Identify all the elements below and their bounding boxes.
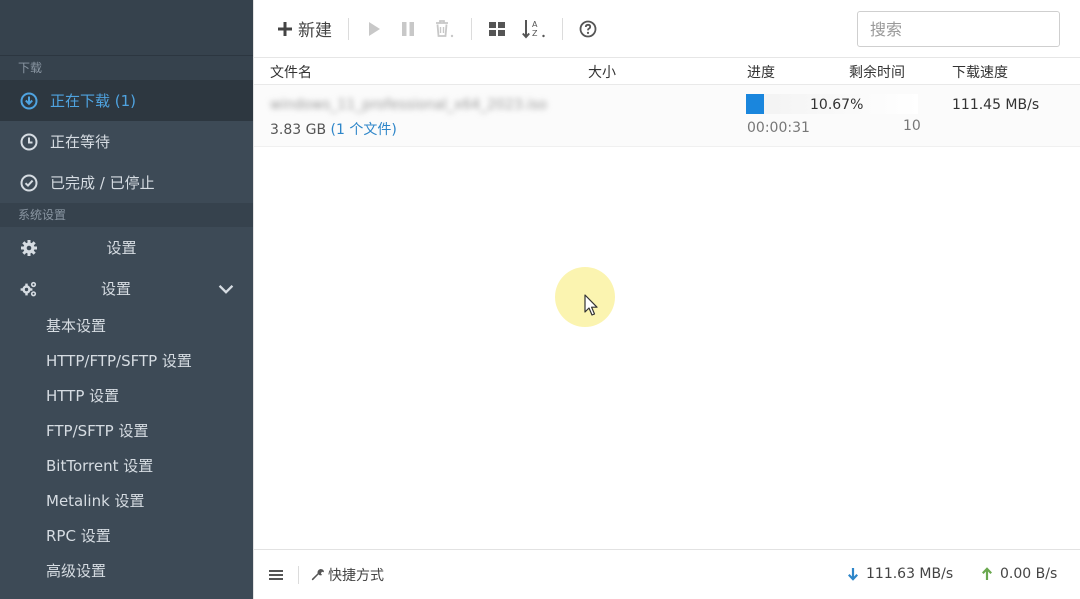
wrench-icon xyxy=(311,568,324,580)
column-header-size[interactable]: 大小 xyxy=(588,62,616,82)
toolbar-divider xyxy=(562,17,563,40)
sidebar-item-label: 正在下载 (1) xyxy=(50,92,137,110)
toolbar-divider xyxy=(348,17,349,40)
column-header-remaining[interactable]: 剩余时间 xyxy=(849,62,905,82)
sidebar-item-downloading[interactable]: 正在下载 (1) xyxy=(0,80,253,121)
download-circle-icon xyxy=(20,92,38,110)
task-download-speed: 111.45 MB/s xyxy=(952,97,1040,113)
new-task-button[interactable]: 新建 xyxy=(268,14,340,44)
task-size-info: 3.83 GB (1 个文件) xyxy=(270,119,397,139)
footer-divider xyxy=(298,565,299,584)
pause-button[interactable] xyxy=(391,14,425,44)
shortcut-button[interactable]: 快捷方式 xyxy=(311,565,384,585)
task-file-count[interactable]: (1 个文件) xyxy=(331,122,397,138)
sidebar-item-waiting[interactable]: 正在等待 xyxy=(0,121,253,162)
search-box[interactable] xyxy=(857,11,1070,47)
section-header-settings: 系统设置 xyxy=(0,203,253,227)
search-input[interactable] xyxy=(858,13,1070,45)
new-task-label: 新建 xyxy=(298,21,332,41)
sidebar: 下载 正在下载 (1) 正在等待 已完成 / 已停止 系统设置 设置 设置 基本… xyxy=(0,0,253,599)
gears-icon xyxy=(20,280,38,298)
sidebar-item-settings-group[interactable]: 设置 xyxy=(0,268,253,309)
toolbar: 新建 AZ xyxy=(254,0,1080,58)
chevron-down-icon[interactable] xyxy=(217,280,235,298)
sidebar-subitem-ftp-sftp[interactable]: FTP/SFTP 设置 xyxy=(0,414,253,449)
arrow-up-icon xyxy=(982,567,992,580)
sidebar-subitem-bittorrent[interactable]: BitTorrent 设置 xyxy=(0,449,253,484)
sidebar-item-label: 正在等待 xyxy=(50,133,111,151)
toolbar-divider xyxy=(471,17,472,40)
sidebar-subitem-metalink[interactable]: Metalink 设置 xyxy=(0,484,253,519)
status-bar: 快捷方式 111.63 MB/s 0.00 B/s xyxy=(254,549,1080,599)
gear-icon xyxy=(20,239,38,257)
table-row[interactable]: windows_11_professional_x64_2023.iso 3.8… xyxy=(254,85,1080,147)
task-filename: windows_11_professional_x64_2023.iso xyxy=(270,97,547,113)
sidebar-item-label: 设置 xyxy=(106,239,137,257)
upload-speed-value: 0.00 B/s xyxy=(1000,566,1058,582)
question-circle-icon xyxy=(579,20,597,37)
task-connections: 10 xyxy=(903,118,921,134)
column-header-name[interactable]: 文件名 xyxy=(270,62,312,82)
column-header-progress[interactable]: 进度 xyxy=(747,62,775,82)
delete-button[interactable] xyxy=(425,14,463,44)
progress-percent: 10.67% xyxy=(810,97,864,113)
svg-text:Z: Z xyxy=(532,29,538,38)
shortcut-label: 快捷方式 xyxy=(328,567,384,584)
sidebar-subitem-http[interactable]: HTTP 设置 xyxy=(0,379,253,414)
sidebar-subitem-rpc[interactable]: RPC 设置 xyxy=(0,519,253,554)
sidebar-item-settings[interactable]: 设置 xyxy=(0,227,253,268)
sort-az-icon: AZ xyxy=(522,19,545,38)
svg-text:A: A xyxy=(532,20,538,29)
sidebar-item-label: 已完成 / 已停止 xyxy=(50,174,155,192)
check-circle-icon xyxy=(20,174,38,192)
arrow-down-icon xyxy=(848,568,858,581)
display-mode-button[interactable] xyxy=(480,14,514,44)
sidebar-subitem-http-ftp-sftp[interactable]: HTTP/FTP/SFTP 设置 xyxy=(0,344,253,379)
total-upload-speed: 0.00 B/s xyxy=(980,566,1057,582)
task-remaining-time: 00:00:31 xyxy=(747,120,810,136)
start-button[interactable] xyxy=(357,14,391,44)
section-header-download: 下载 xyxy=(0,56,253,80)
column-header-speed[interactable]: 下载速度 xyxy=(952,62,1008,82)
sidebar-subitem-advanced[interactable]: 高级设置 xyxy=(0,554,253,589)
pause-icon xyxy=(402,21,414,36)
table-header: 文件名 大小 进度 剩余时间 下载速度 xyxy=(254,58,1080,85)
grid-icon xyxy=(489,21,505,36)
help-button[interactable] xyxy=(571,14,605,44)
sidebar-subitem-basic[interactable]: 基本设置 xyxy=(0,309,253,344)
task-size: 3.83 GB xyxy=(270,122,327,138)
total-download-speed: 111.63 MB/s xyxy=(846,566,953,582)
sidebar-item-label: 设置 xyxy=(100,280,131,298)
sidebar-header xyxy=(0,0,253,56)
menu-icon[interactable] xyxy=(268,567,284,583)
sort-button[interactable]: AZ xyxy=(514,14,554,44)
mouse-cursor-icon xyxy=(584,294,598,316)
download-speed-value: 111.63 MB/s xyxy=(866,566,954,582)
main-panel: 新建 AZ 文件名 大小 进度 剩余时间 下载速度 xyxy=(253,0,1080,599)
trash-icon xyxy=(436,19,454,37)
progress-fill xyxy=(746,94,765,114)
sidebar-item-completed[interactable]: 已完成 / 已停止 xyxy=(0,162,253,203)
play-icon xyxy=(369,21,380,36)
plus-icon xyxy=(278,21,292,36)
clock-icon xyxy=(20,133,38,151)
